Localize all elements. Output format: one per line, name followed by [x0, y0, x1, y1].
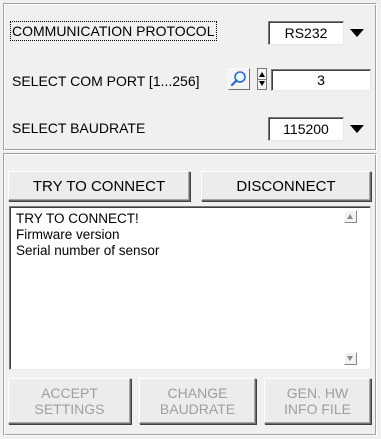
gen-hw-info-file-label: GEN. HW INFO FILE [284, 385, 351, 417]
spinner-icon[interactable] [257, 68, 267, 90]
log-line: Serial number of sensor [16, 243, 160, 258]
log-textarea[interactable]: TRY TO CONNECT! Firmware version Serial … [9, 206, 371, 370]
change-baudrate-button[interactable]: CHANGE BAUDRATE [139, 378, 256, 424]
chevron-down-icon[interactable] [345, 22, 369, 44]
com-port-label: SELECT COM PORT [1...256] [12, 73, 200, 89]
scroll-down-icon[interactable] [344, 352, 357, 365]
log-line: Firmware version [16, 227, 120, 242]
scroll-up-icon[interactable] [344, 210, 357, 223]
disconnect-button[interactable]: DISCONNECT [201, 171, 371, 201]
baudrate-value[interactable]: 115200 [268, 117, 344, 141]
try-to-connect-button[interactable]: TRY TO CONNECT [8, 171, 190, 201]
protocol-label: COMMUNICATION PROTOCOL [10, 21, 217, 41]
baudrate-label: SELECT BAUDRATE [12, 120, 146, 136]
log-line: TRY TO CONNECT! [16, 211, 139, 226]
change-baudrate-label: CHANGE BAUDRATE [159, 385, 236, 417]
com-port-input[interactable]: 3 [271, 69, 371, 91]
magnifier-icon[interactable] [228, 68, 250, 90]
accept-settings-button[interactable]: ACCEPT SETTINGS [8, 378, 131, 424]
protocol-value[interactable]: RS232 [268, 21, 344, 45]
chevron-down-icon[interactable] [345, 118, 369, 140]
accept-settings-label: ACCEPT SETTINGS [34, 385, 105, 417]
gen-hw-info-file-button[interactable]: GEN. HW INFO FILE [264, 378, 371, 424]
log-text: TRY TO CONNECT! Firmware version Serial … [16, 211, 159, 259]
